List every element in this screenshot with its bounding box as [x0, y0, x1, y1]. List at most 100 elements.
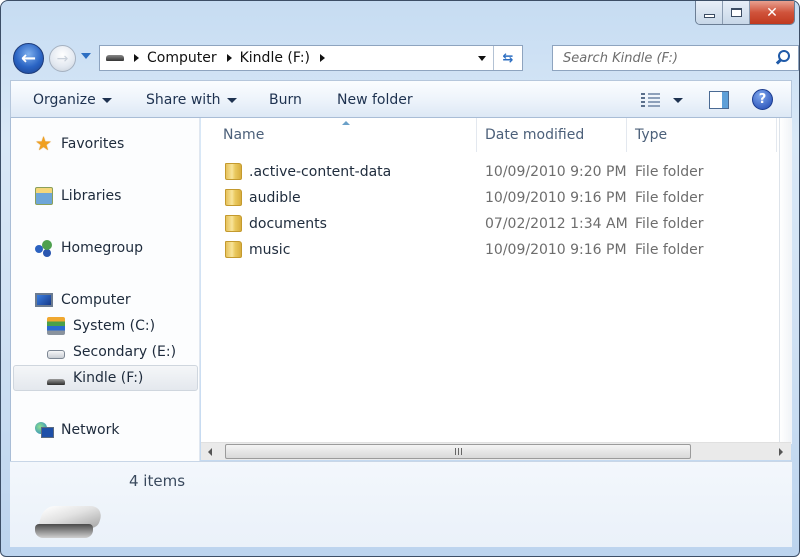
table-row[interactable]: .active-content-data 10/09/2010 9:20 PM …	[201, 159, 779, 185]
drive-icon	[106, 55, 124, 61]
share-with-button[interactable]: Share with	[146, 92, 237, 108]
table-row[interactable]: documents 07/02/2012 1:34 AM File folder	[201, 211, 779, 237]
burn-button[interactable]: Burn	[269, 92, 302, 108]
column-header-name[interactable]: Name	[201, 118, 477, 152]
column-header-type[interactable]: Type	[627, 118, 777, 152]
folder-icon	[225, 189, 242, 206]
homegroup-icon	[35, 239, 53, 257]
sidebar-item-libraries[interactable]: Libraries	[35, 183, 195, 209]
forward-arrow-icon: →	[56, 50, 69, 67]
search-box[interactable]: Search Kindle (F:)	[552, 45, 799, 71]
sidebar-item-label: Secondary (E:)	[73, 344, 177, 360]
file-name: audible	[249, 190, 301, 206]
sidebar-item-label: Computer	[61, 292, 131, 308]
maximize-icon	[730, 8, 742, 17]
column-header-date-modified[interactable]: Date modified	[477, 118, 627, 152]
grip-icon	[454, 448, 462, 455]
breadcrumb-computer[interactable]: Computer	[147, 50, 217, 66]
file-date: 10/09/2010 9:16 PM	[485, 190, 627, 206]
search-icon[interactable]	[772, 48, 792, 68]
sidebar-item-label: Homegroup	[61, 240, 144, 256]
sidebar-item-system-c[interactable]: System (C:)	[47, 313, 197, 339]
horizontal-scrollbar[interactable]	[201, 442, 791, 460]
network-icon	[35, 421, 54, 439]
folder-icon	[225, 163, 242, 180]
table-row[interactable]: music 10/09/2010 9:16 PM File folder	[201, 237, 779, 263]
sort-ascending-icon	[342, 121, 350, 125]
removable-drive-icon	[33, 506, 105, 542]
organize-button[interactable]: Organize	[33, 92, 112, 108]
file-date: 07/02/2012 1:34 AM	[485, 216, 628, 232]
back-button[interactable]: ←	[13, 43, 44, 74]
sidebar-item-label: Network	[61, 422, 120, 438]
file-date: 10/09/2010 9:20 PM	[485, 164, 627, 180]
folder-icon	[225, 215, 242, 232]
file-type: File folder	[635, 190, 704, 206]
folder-icon	[225, 241, 242, 258]
sidebar-item-secondary-e[interactable]: Secondary (E:)	[47, 339, 197, 365]
breadcrumb-kindle[interactable]: Kindle (F:)	[240, 50, 310, 66]
maximize-button[interactable]	[723, 1, 750, 24]
organize-label: Organize	[33, 92, 96, 108]
sidebar-item-favorites[interactable]: ★ Favorites	[35, 131, 195, 157]
back-arrow-icon: ←	[20, 48, 37, 69]
refresh-icon: ⇆	[502, 50, 514, 66]
file-type: File folder	[635, 164, 704, 180]
libraries-icon	[35, 187, 53, 205]
file-type: File folder	[635, 242, 704, 258]
view-options-dropdown[interactable]	[673, 98, 683, 103]
sidebar-item-label: Libraries	[61, 188, 122, 204]
file-name: music	[249, 242, 291, 258]
file-type: File folder	[635, 216, 704, 232]
command-bar: Organize Share with Burn New folder ?	[10, 80, 792, 118]
navigation-pane: ★ Favorites Libraries Homegroup Computer…	[10, 118, 200, 462]
navigation-bar: ← → Computer Kindle (F:) ⇆ Search Kindle…	[11, 41, 799, 75]
removable-drive-icon	[47, 378, 65, 385]
breadcrumb-chevron-icon[interactable]	[226, 54, 232, 62]
caption-buttons: ✕	[695, 1, 795, 25]
scroll-right-icon[interactable]	[779, 448, 783, 456]
share-with-label: Share with	[146, 92, 221, 108]
scrollbar-thumb[interactable]	[225, 444, 691, 459]
help-icon[interactable]: ?	[752, 89, 773, 110]
search-input[interactable]: Search Kindle (F:)	[563, 51, 772, 66]
sidebar-item-label: System (C:)	[73, 318, 156, 334]
chevron-down-icon	[226, 97, 237, 103]
file-name: .active-content-data	[249, 164, 392, 180]
sidebar-item-label: Kindle (F:)	[73, 370, 144, 386]
minimize-icon	[703, 13, 715, 18]
column-header-label: Type	[635, 127, 668, 143]
sidebar-item-label: Favorites	[61, 136, 125, 152]
close-button[interactable]: ✕	[750, 1, 794, 24]
system-drive-icon	[47, 317, 65, 335]
column-header-label: Name	[223, 127, 265, 143]
scroll-left-icon[interactable]	[208, 448, 212, 456]
star-icon: ★	[35, 133, 53, 155]
preview-pane-icon[interactable]	[709, 91, 729, 109]
sidebar-item-homegroup[interactable]: Homegroup	[35, 235, 195, 261]
file-date: 10/09/2010 9:16 PM	[485, 242, 627, 258]
computer-icon	[35, 293, 53, 307]
minimize-button[interactable]	[696, 1, 723, 24]
chevron-down-icon	[101, 97, 112, 103]
file-list: Name Date modified Type S .active-conten…	[201, 118, 779, 444]
change-view-icon[interactable]	[641, 93, 661, 107]
breadcrumb-chevron-icon[interactable]	[134, 54, 139, 62]
close-icon: ✕	[766, 4, 778, 21]
breadcrumb-chevron-icon[interactable]	[320, 54, 325, 62]
recent-pages-dropdown[interactable]	[81, 53, 91, 59]
address-bar[interactable]: Computer Kindle (F:) ⇆	[99, 45, 523, 71]
address-dropdown-icon[interactable]	[478, 56, 486, 61]
refresh-button[interactable]: ⇆	[493, 46, 522, 70]
hard-drive-icon	[47, 350, 65, 359]
new-folder-button[interactable]: New folder	[337, 92, 413, 108]
file-list-edge	[779, 118, 792, 444]
sidebar-item-kindle-f[interactable]: Kindle (F:)	[13, 365, 198, 391]
details-pane: 4 items	[10, 461, 792, 547]
explorer-window: ✕ ← → Computer Kindle (F:) ⇆ Search Kind…	[0, 0, 800, 557]
table-row[interactable]: audible 10/09/2010 9:16 PM File folder	[201, 185, 779, 211]
item-count: 4 items	[129, 472, 186, 490]
forward-button[interactable]: →	[49, 45, 76, 72]
sidebar-item-computer[interactable]: Computer	[35, 287, 195, 313]
sidebar-item-network[interactable]: Network	[35, 417, 195, 443]
